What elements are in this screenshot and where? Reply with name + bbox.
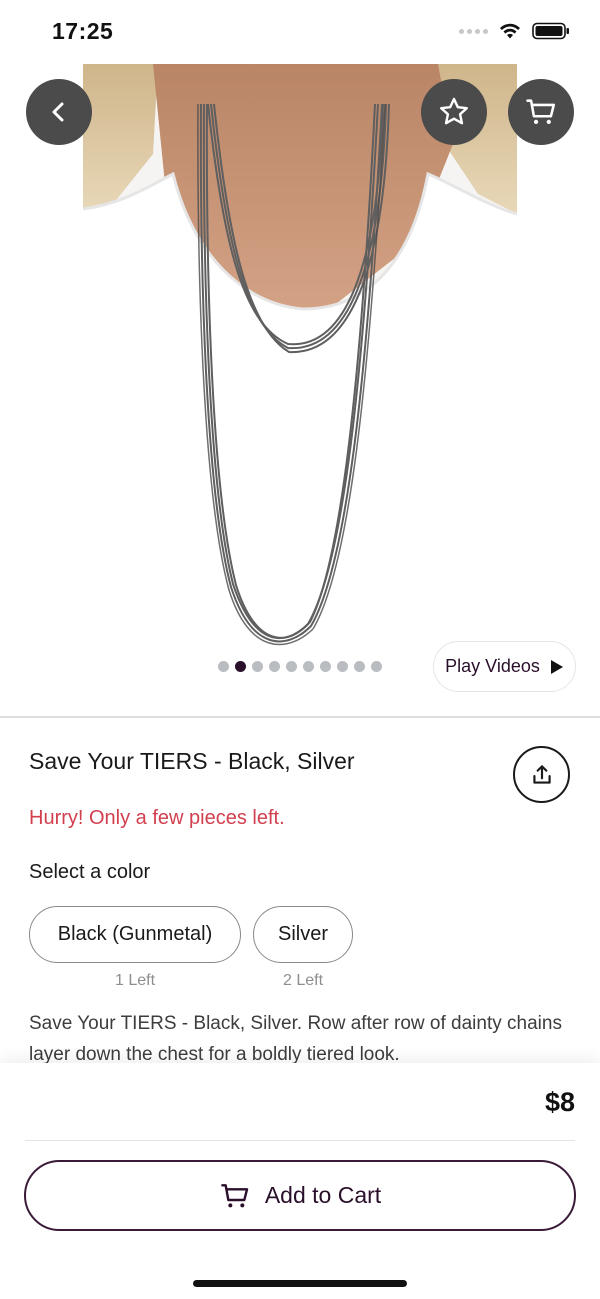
play-videos-label: Play Videos: [445, 656, 540, 676]
divider: [25, 1140, 575, 1141]
product-image-carousel[interactable]: Play Videos: [0, 64, 600, 716]
product-description: Save Your TIERS - Black, Silver. Row aft…: [29, 1013, 562, 1065]
add-to-cart-button[interactable]: Add to Cart: [24, 1160, 576, 1231]
carousel-dot[interactable]: [319, 660, 331, 672]
battery-icon: [532, 22, 569, 40]
carousel-dot[interactable]: [268, 660, 280, 672]
stock-count-black: 1 Left: [114, 972, 156, 989]
stock-count-silver: 2 Left: [282, 972, 324, 989]
play-videos-button[interactable]: Play Videos: [433, 641, 576, 692]
cart-icon: [526, 99, 556, 125]
price: $8: [544, 1087, 575, 1117]
carousel-dot[interactable]: [285, 660, 297, 672]
carousel-dot[interactable]: [370, 660, 382, 672]
back-button[interactable]: [26, 79, 92, 145]
carousel-pagination[interactable]: [203, 650, 396, 682]
necklace-photo-illustration: [83, 64, 517, 716]
cart-button[interactable]: [508, 79, 574, 145]
carousel-dot[interactable]: [251, 660, 263, 672]
status-icons: [459, 22, 570, 40]
color-option-silver[interactable]: Silver: [253, 906, 353, 963]
status-bar: 17:25: [0, 0, 600, 64]
wifi-icon: [500, 23, 520, 39]
product-title: Save Your TIERS - Black, Silver: [29, 748, 355, 774]
purchase-bar: $8 Add to Cart: [0, 1063, 600, 1299]
carousel-dot[interactable]: [336, 660, 348, 672]
favorite-button[interactable]: [421, 79, 487, 145]
low-stock-warning: Hurry! Only a few pieces left.: [29, 807, 285, 829]
select-color-label: Select a color: [29, 861, 151, 883]
star-icon: [440, 97, 468, 125]
play-icon: [550, 659, 563, 674]
add-to-cart-label: Add to Cart: [264, 1182, 382, 1208]
chevron-left-icon: [52, 102, 64, 122]
share-button[interactable]: [513, 746, 570, 803]
cart-icon: [220, 1183, 249, 1207]
carousel-dot[interactable]: [302, 660, 314, 672]
carousel-dot[interactable]: [353, 660, 365, 672]
color-option-black-gunmetal[interactable]: Black (Gunmetal): [29, 906, 241, 963]
share-icon: [532, 764, 551, 784]
status-time: 17:25: [52, 18, 114, 44]
divider: [0, 716, 600, 718]
carousel-dot[interactable]: [217, 660, 229, 672]
carousel-dot[interactable]: [234, 660, 246, 672]
home-indicator: [193, 1280, 407, 1287]
product-photo: [83, 64, 517, 716]
cellular-signal-icon: [459, 28, 488, 34]
